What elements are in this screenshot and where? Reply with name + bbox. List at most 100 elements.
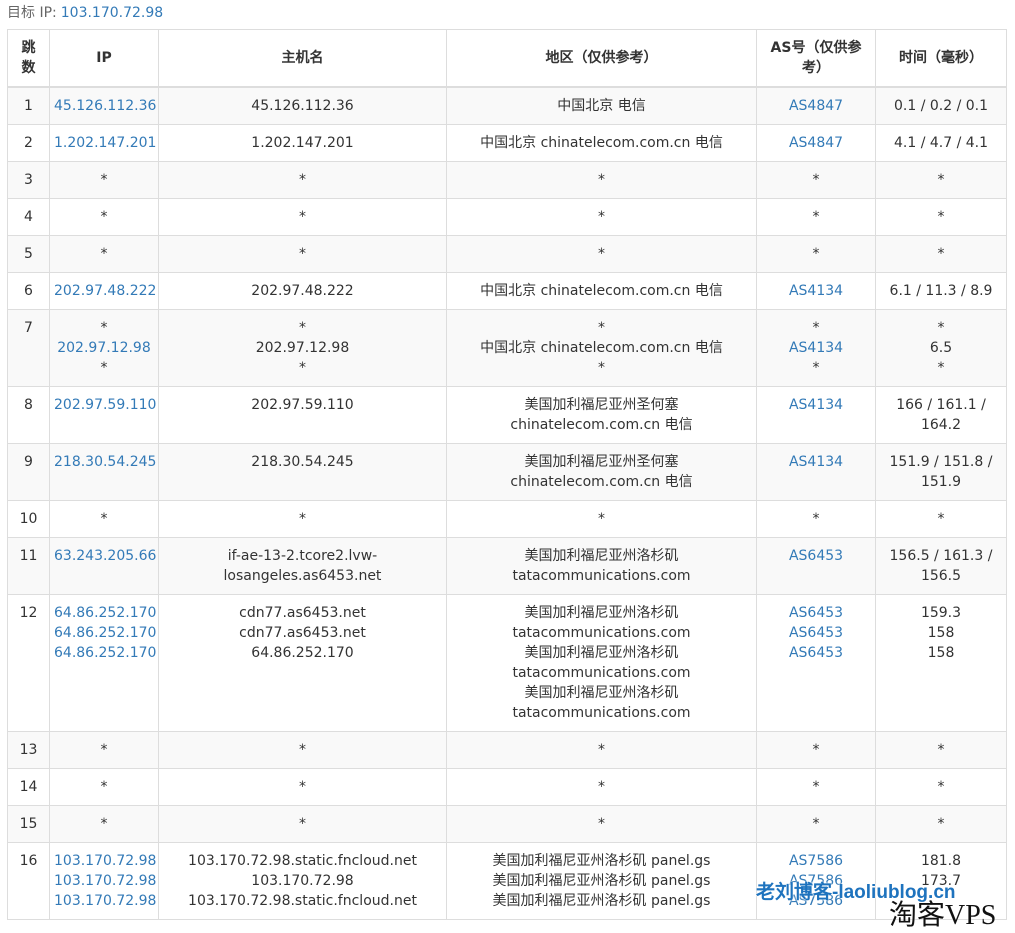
cell-ip: 202.97.59.110	[49, 386, 159, 444]
region-value: *	[598, 209, 605, 225]
column-header-region: 地区（仅供参考）	[446, 29, 757, 88]
time-value: *	[937, 360, 945, 376]
as-value[interactable]: AS6453	[761, 546, 871, 566]
region-value: 美国加利福尼亚州洛杉矶 panel.gs	[492, 893, 711, 909]
ip-value[interactable]: 64.86.252.170	[54, 643, 156, 663]
table-row: 11 63.243.205.66 if-ae-13-2.tcore2.lvw-los…	[7, 537, 1007, 595]
host-value: 202.97.59.110	[251, 397, 354, 413]
as-value[interactable]: AS4134	[761, 281, 871, 301]
column-header-as: AS号（仅供参考）	[756, 29, 876, 88]
cell-region: 中国北京 chinatelecom.com.cn 电信	[446, 272, 757, 310]
hop-number: 6	[7, 272, 50, 310]
host-value: *	[299, 511, 306, 527]
as-value: *	[812, 360, 820, 376]
ip-value[interactable]: 63.243.205.66	[54, 546, 156, 566]
ip-value[interactable]: 103.170.72.98	[54, 851, 156, 871]
time-value: 156.5	[920, 568, 962, 584]
cell-as: *	[756, 768, 876, 806]
cell-as: * AS4134 *	[756, 309, 876, 387]
host-value: *	[299, 320, 306, 336]
cell-as: *	[756, 235, 876, 273]
as-value[interactable]: AS7586	[761, 851, 871, 871]
region-value: *	[598, 816, 605, 832]
ip-value[interactable]: 45.126.112.36	[54, 96, 156, 116]
cell-host: *	[158, 805, 447, 843]
ip-value[interactable]: 218.30.54.245	[54, 452, 156, 472]
table-header-row: 跳数 IP 主机名 地区（仅供参考） AS号（仅供参考） 时间（毫秒）	[7, 29, 1007, 88]
cell-region: *	[446, 805, 757, 843]
as-value[interactable]: AS4134	[761, 395, 871, 415]
hop-number: 14	[7, 768, 50, 806]
cell-host: 202.97.48.222	[158, 272, 447, 310]
time-value: 4.1 / 4.7 / 4.1	[893, 135, 989, 151]
ip-value[interactable]: 202.97.12.98	[54, 338, 154, 358]
ip-value[interactable]: 103.170.72.98	[54, 891, 156, 911]
cell-host: 218.30.54.245	[158, 443, 447, 501]
cell-region: *	[446, 235, 757, 273]
cell-time: 166 / 161.1 / 164.2	[875, 386, 1007, 444]
ip-value: *	[100, 779, 108, 795]
time-value: *	[937, 320, 945, 336]
as-value[interactable]: AS6453	[761, 603, 871, 623]
ip-value: *	[100, 360, 108, 376]
cell-host: cdn77.as6453.net cdn77.as6453.net 64.86.25…	[158, 594, 447, 732]
region-value: 中国北京 chinatelecom.com.cn 电信	[480, 340, 723, 356]
cell-time: 4.1 / 4.7 / 4.1	[875, 124, 1007, 162]
ip-value[interactable]: 1.202.147.201	[54, 133, 156, 153]
cell-time: * 6.5 *	[875, 309, 1007, 387]
time-value: 164.2	[920, 417, 962, 433]
table-row: 2 1.202.147.201 1.202.147.201 中国北京 chinatel…	[7, 124, 1007, 162]
hop-number: 1	[7, 86, 50, 125]
region-value: *	[598, 360, 605, 376]
cell-time: *	[875, 500, 1007, 538]
ip-value[interactable]: 103.170.72.98	[54, 871, 156, 891]
hop-number: 11	[7, 537, 50, 595]
cell-host: *	[158, 198, 447, 236]
ip-value: *	[100, 320, 108, 336]
cell-as: *	[756, 500, 876, 538]
as-value[interactable]: AS4134	[761, 452, 871, 472]
time-value: 151.9	[920, 474, 962, 490]
time-value: *	[937, 246, 945, 262]
ip-value[interactable]: 202.97.48.222	[54, 281, 156, 301]
as-value: *	[812, 209, 820, 225]
host-value: *	[299, 816, 306, 832]
hop-number: 13	[7, 731, 50, 769]
cell-host: *	[158, 768, 447, 806]
ip-value[interactable]: 64.86.252.170	[54, 603, 156, 623]
ip-value: *	[100, 511, 108, 527]
as-value[interactable]: AS4847	[761, 133, 871, 153]
ip-value: *	[100, 209, 108, 225]
hop-number: 3	[7, 161, 50, 199]
cell-region: 美国加利福尼亚州洛杉矶 panel.gs 美国加利福尼亚州洛杉矶 panel.gs…	[446, 842, 757, 920]
hop-number: 15	[7, 805, 50, 843]
target-ip-value[interactable]: 103.170.72.98	[61, 5, 163, 21]
column-header-time: 时间（毫秒）	[875, 29, 1007, 88]
ip-value[interactable]: 64.86.252.170	[54, 623, 156, 643]
cell-time: 156.5 / 161.3 / 156.5	[875, 537, 1007, 595]
ip-value[interactable]: 202.97.59.110	[54, 395, 156, 415]
hop-number: 4	[7, 198, 50, 236]
as-value[interactable]: AS4847	[761, 96, 871, 116]
host-value: 103.170.72.98	[251, 873, 354, 889]
time-value: *	[937, 779, 945, 795]
cell-as: *	[756, 731, 876, 769]
cell-region: *	[446, 161, 757, 199]
time-value: 158	[927, 645, 955, 661]
region-value: chinatelecom.com.cn 电信	[510, 474, 693, 490]
as-value[interactable]: AS4134	[761, 338, 871, 358]
as-value: *	[812, 779, 820, 795]
ip-value: *	[100, 816, 108, 832]
table-row: 5 * * * * *	[7, 235, 1007, 273]
as-value[interactable]: AS6453	[761, 623, 871, 643]
table-row: 3 * * * * *	[7, 161, 1007, 199]
region-value: *	[598, 320, 605, 336]
as-value[interactable]: AS6453	[761, 643, 871, 663]
region-value: tatacommunications.com	[512, 568, 691, 584]
cell-ip: *	[49, 500, 159, 538]
as-value: *	[812, 742, 820, 758]
cell-time: 159.3 158 158	[875, 594, 1007, 732]
time-value: 151.9 / 151.8 /	[889, 454, 993, 470]
watermark-site: 淘客VPS	[889, 900, 997, 931]
time-value: 181.8	[920, 853, 962, 869]
